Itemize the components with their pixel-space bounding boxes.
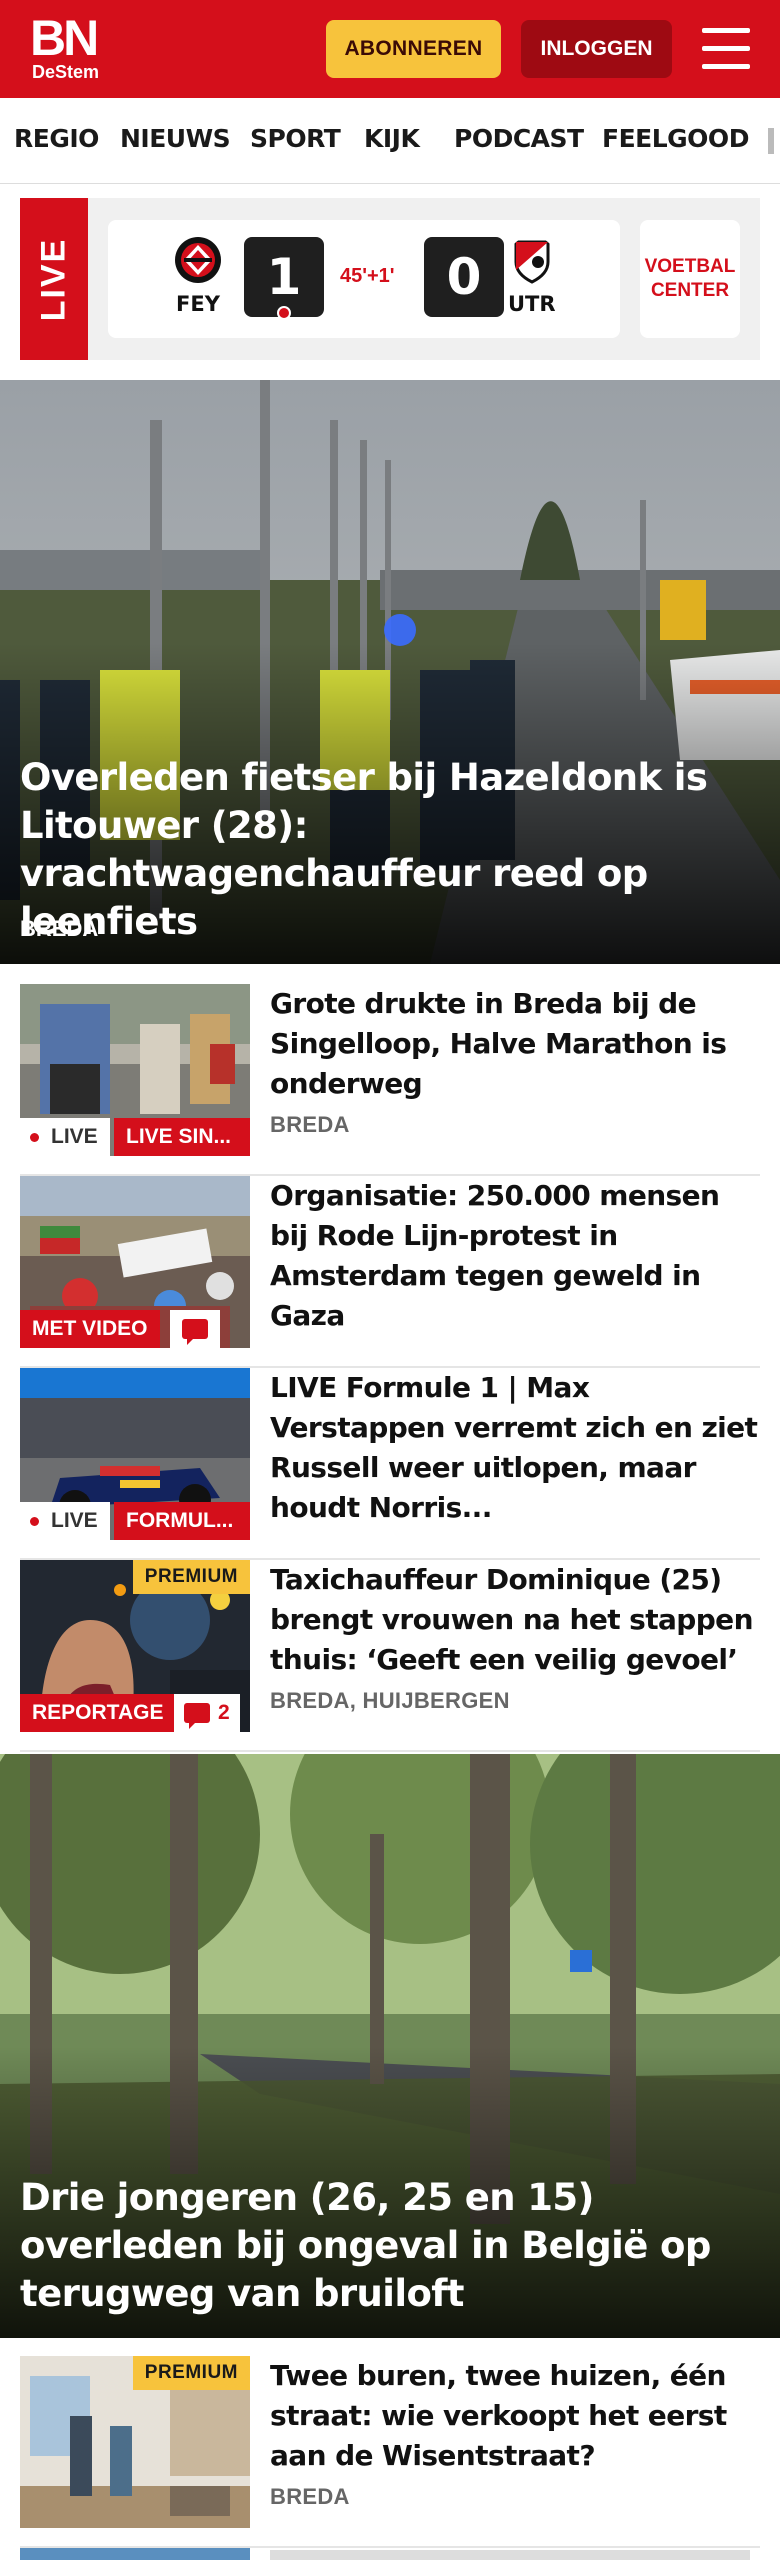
live-score-widget: LIVE FEY 1 45'+1' 0 UTR VOETBAL CENTER — [20, 198, 760, 360]
home-team-name: FEY — [176, 292, 220, 316]
comments-badge — [170, 1310, 220, 1348]
comment-icon — [184, 1703, 210, 1729]
list-item[interactable]: PREMIUM Twee buren, twee huizen, één str… — [20, 2356, 760, 2548]
article-location: BREDA — [270, 1112, 350, 1137]
live-badge: LIVE — [20, 1502, 110, 1540]
hero-article[interactable]: Overleden fietser bij Hazeldonk is Litou… — [0, 380, 780, 964]
hero-location: BREDA — [20, 916, 99, 941]
voetbal-center-line1: VOETBAL — [644, 256, 736, 277]
home-score: 1 — [244, 237, 324, 320]
premium-badge: PREMIUM — [132, 2356, 250, 2390]
subscribe-button[interactable]: ABONNEREN — [326, 20, 501, 78]
article-tag: LIVE SIN... — [114, 1118, 250, 1156]
list-item[interactable]: LIVE LIVE SIN... Grote drukte in Breda b… — [20, 984, 760, 1176]
match-minute: 45'+1' — [340, 265, 395, 287]
article-title: Taxichauffeur Dominique (25) brengt vrou… — [270, 1563, 754, 1676]
voetbal-center-line2: CENTER — [650, 280, 730, 301]
site-logo[interactable]: BN DeStem — [30, 10, 100, 82]
list-item[interactable]: MET VIDEO Organisatie: 250.000 mensen bi… — [20, 1176, 760, 1368]
article-thumbnail: PREMIUM REPORTAGE 2 — [20, 1560, 250, 1732]
feyenoord-logo-icon — [175, 237, 221, 283]
nav-item-nieuws[interactable]: NIEUWS — [120, 124, 231, 153]
live-badge: LIVE — [20, 1118, 110, 1156]
utrecht-logo-icon — [514, 240, 550, 284]
premium-badge: PREMIUM — [132, 1560, 250, 1594]
nav-item-sport[interactable]: SPORT — [250, 124, 341, 153]
article-tag: FORMUL... — [114, 1502, 250, 1540]
menu-icon[interactable] — [702, 28, 750, 70]
hero-title: Overleden fietser bij Hazeldonk is Litou… — [20, 756, 708, 943]
article-title: Twee buren, twee huizen, één straat: wie… — [270, 2359, 727, 2472]
logo-sub-text: DeStem — [32, 62, 100, 82]
article-title: Organisatie: 250.000 mensen bij Rode Lij… — [270, 1179, 720, 1332]
logo-main-text: BN — [30, 10, 99, 66]
article-tag: MET VIDEO — [20, 1310, 160, 1348]
hero-article-2[interactable]: Drie jongeren (26, 25 en 15) overleden b… — [0, 1754, 780, 2338]
section-nav: REGIO NIEUWS SPORT KIJK PODCAST FEELGOOD — [0, 98, 780, 184]
nav-item-feelgood[interactable]: FEELGOOD — [602, 124, 749, 153]
article-location: BREDA, HUIJBERGEN — [270, 1688, 510, 1713]
hero-title: Drie jongeren (26, 25 en 15) overleden b… — [20, 2176, 711, 2315]
live-tag: LIVE — [20, 198, 88, 360]
nav-item-kijk[interactable]: KIJK — [364, 124, 420, 153]
article-thumbnail: PREMIUM — [20, 2356, 250, 2528]
article-thumbnail: LIVE LIVE SIN... — [20, 984, 250, 1156]
live-indicator-dot — [277, 306, 291, 320]
article-title: LIVE Formule 1 | Max Verstappen verremt … — [270, 1371, 758, 1524]
away-team-name: UTR — [508, 292, 556, 316]
article-location: BREDA — [270, 2484, 350, 2509]
login-button[interactable]: INLOGGEN — [521, 20, 672, 78]
article-tag: REPORTAGE — [20, 1694, 176, 1732]
comments-badge: 2 — [174, 1694, 240, 1732]
nav-item-regio[interactable]: REGIO — [14, 124, 99, 153]
list-item[interactable]: LIVE FORMUL... LIVE Formule 1 | Max Vers… — [20, 1368, 760, 1560]
article-thumbnail: LIVE FORMUL... — [20, 1368, 250, 1540]
nav-item-podcast[interactable]: PODCAST — [454, 124, 584, 153]
next-article-thumbnail — [20, 2548, 250, 2560]
voetbal-center-link[interactable]: VOETBAL CENTER — [640, 220, 740, 338]
list-item[interactable]: PREMIUM REPORTAGE 2 Taxichauffeur Domini… — [20, 1560, 760, 1752]
next-article-title-placeholder — [270, 2550, 750, 2560]
article-thumbnail: MET VIDEO — [20, 1176, 250, 1348]
nav-overflow-hint — [768, 128, 774, 154]
top-bar: BN DeStem ABONNEREN INLOGGEN — [0, 0, 780, 98]
article-title: Grote drukte in Breda bij de Singelloop,… — [270, 987, 727, 1100]
comment-icon — [182, 1319, 208, 1345]
match-card[interactable]: FEY 1 45'+1' 0 UTR — [108, 220, 620, 338]
comment-count: 2 — [218, 1701, 230, 1724]
away-score: 0 — [424, 237, 504, 317]
